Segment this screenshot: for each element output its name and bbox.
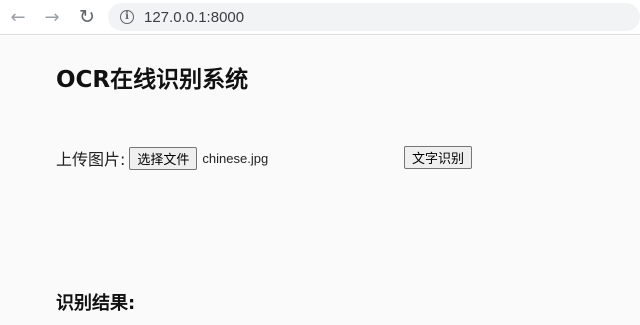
- site-info-icon[interactable]: i: [120, 10, 134, 24]
- upload-row: 上传图片: 选择文件 chinese.jpg: [56, 146, 268, 170]
- back-arrow-icon[interactable]: ←: [6, 6, 30, 28]
- choose-file-button[interactable]: 选择文件: [129, 146, 198, 170]
- ocr-recognize-button[interactable]: 文字识别: [404, 146, 473, 169]
- reload-icon[interactable]: ↻: [75, 6, 99, 28]
- upload-label: 上传图片:: [56, 150, 126, 169]
- page-content: OCR在线识别系统 上传图片: 选择文件 chinese.jpg 文字识别 识别…: [0, 36, 640, 325]
- forward-arrow-icon[interactable]: →: [40, 6, 64, 28]
- address-bar[interactable]: i 127.0.0.1:8000: [108, 3, 640, 31]
- browser-toolbar: ← → ↻ i 127.0.0.1:8000: [0, 0, 640, 35]
- result-heading: 识别结果:: [56, 293, 136, 314]
- selected-file-name: chinese.jpg: [202, 150, 269, 166]
- url-text[interactable]: 127.0.0.1:8000: [144, 9, 244, 26]
- page-title: OCR在线识别系统: [56, 67, 249, 93]
